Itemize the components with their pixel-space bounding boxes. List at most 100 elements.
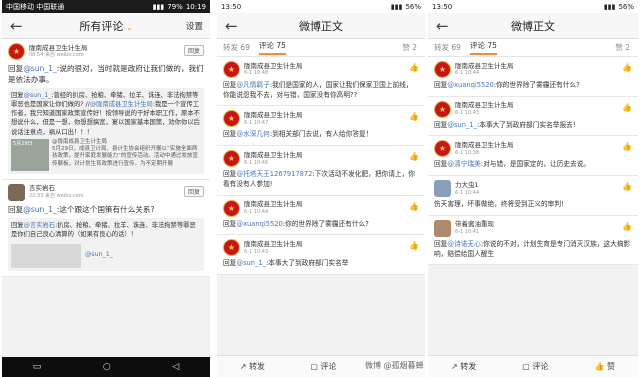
like-button[interactable]: 👍 赞: [594, 361, 615, 372]
weibo-detail-screen: 13:50 ▮▮▮ 56% ← 微博正文 转发 69 评论 75 赞 2 ★ 陇南成…: [217, 0, 425, 377]
author-name[interactable]: 陇南成县卫生计生局: [244, 111, 303, 120]
mention-link[interactable]: @诗诺无心: [447, 240, 480, 248]
author-name[interactable]: 言实岩石: [29, 184, 84, 193]
signal-icon: ▮▮▮: [390, 2, 403, 11]
author-name[interactable]: 陇南成县卫生计生局: [244, 151, 303, 160]
comment-item[interactable]: 力大虫1 6-1 10:44 👍 伤天害理，坏事做绝，终将受到正义的审判!: [428, 176, 638, 216]
thumbs-up-icon[interactable]: 👍: [622, 63, 632, 72]
author-name[interactable]: 带着酱油重现: [455, 221, 494, 229]
home-icon[interactable]: ○: [103, 362, 111, 372]
thumbs-up-icon[interactable]: 👍: [409, 112, 419, 121]
comment-item[interactable]: ★ 陇南成县卫生计生局 6-1 10:38 👍 回复@清宁瑞美:对与错，是国家定的，让历…: [428, 136, 638, 177]
tab-comments[interactable]: 评论 75: [258, 40, 286, 55]
thumbs-up-icon[interactable]: 👍: [409, 241, 419, 250]
thumbs-up-icon[interactable]: 👍: [409, 202, 419, 211]
seal-avatar-icon[interactable]: ★: [434, 140, 451, 158]
mention-link[interactable]: @xuanqi5520: [236, 220, 282, 228]
battery-level: 56%: [618, 2, 634, 11]
chevron-down-icon: ⌄: [123, 22, 133, 32]
back-icon[interactable]: ◁: [172, 362, 179, 372]
reply-button[interactable]: 回复: [183, 45, 204, 56]
thumbs-up-icon[interactable]: 👍: [409, 63, 419, 72]
settings-button[interactable]: 设置: [186, 20, 203, 32]
seal-avatar-icon[interactable]: ★: [223, 239, 240, 257]
original-post-card[interactable]: 5月29日 @陇南成县卫生计生局 5月29日，成县卫计局、县计生协会组织开展以“实…: [11, 138, 201, 171]
comment-text: 回复@托塔天王1267917872:下次活动不发化肥，把你请上，你看有没有人参加…: [223, 170, 415, 188]
mention-link[interactable]: @sun_1_: [447, 121, 477, 129]
comment-item[interactable]: ★ 陇南成县卫生计生局 6-1 10:43 👍 回复@sun_1_:本事大了到政府部门实…: [217, 235, 425, 276]
author-name[interactable]: 陇南成县卫生计生局: [455, 62, 514, 71]
mention-link[interactable]: @托塔天王1267917872: [236, 170, 312, 178]
nav-bar: ← 所有评论 ⌄ 设置: [2, 13, 210, 39]
comment-time: 6-1 10:43: [455, 110, 480, 117]
back-arrow-icon[interactable]: ←: [225, 17, 238, 35]
mention-link[interactable]: @水深几何: [236, 130, 269, 138]
thumbs-up-icon[interactable]: 👍: [622, 182, 632, 191]
tab-likes[interactable]: 赞 2: [615, 42, 630, 53]
author-name[interactable]: 力大虫1: [455, 181, 479, 190]
back-arrow-icon[interactable]: ←: [10, 17, 23, 35]
author-name[interactable]: 陇南成县卫生计生局: [244, 240, 303, 249]
mention-link[interactable]: @sun_1_: [23, 64, 57, 73]
mention-link[interactable]: @清宁瑞美: [447, 160, 480, 168]
mention-link[interactable]: @sun_1_: [23, 205, 57, 214]
seal-avatar-icon[interactable]: ★: [223, 110, 240, 128]
comment-time: 6-1 10:48: [244, 70, 269, 77]
comment-item[interactable]: ★ 陇南成县卫生计生局 08:54 来自 weibo.com 回复 回复@sun_…: [2, 39, 210, 180]
author-name[interactable]: 陇南成县卫生计生局: [455, 141, 514, 150]
seal-avatar-icon[interactable]: ★: [223, 61, 240, 78]
author-name[interactable]: 陇南成县卫生计生局: [244, 200, 303, 209]
page-title[interactable]: 所有评论 ⌄: [2, 18, 210, 34]
comment-list: ★ 陇南成县卫生计生局 6-1 10:48 👍 回复@凡情羁子:我们是国家的人，国家让我…: [217, 57, 425, 276]
mention-link[interactable]: @xuanqi5520: [447, 81, 493, 89]
mention-link[interactable]: @sun_1_: [236, 259, 266, 267]
comment-button[interactable]: ▢ 评论: [310, 361, 336, 372]
seal-avatar-icon[interactable]: ★: [434, 61, 451, 78]
tab-forward[interactable]: 转发 69: [223, 42, 250, 53]
comment-item[interactable]: ★ 陇南成县卫生计生局 6-1 10:43 👍 回复@sun_1_:本事大了到政府部门实…: [428, 96, 638, 137]
comment-source: 来自 weibo.com: [45, 52, 84, 59]
comment-time: 6-1 10:44: [455, 189, 480, 196]
comment-item[interactable]: ★ 陇南成县卫生计生局 6-1 10:47 👍 回复@水深几何:到相关部门去说，有人给你…: [217, 106, 425, 147]
seal-avatar-icon[interactable]: ★: [223, 199, 240, 217]
tab-forward[interactable]: 转发 69: [434, 42, 461, 53]
comment-item[interactable]: ★ 陇南成县卫生计生局 6-1 10:44 👍 回复@xuanqi5520:你的世界除了…: [217, 195, 425, 236]
author-name[interactable]: 陇南成县卫生计生局: [244, 62, 303, 71]
status-bar: 中国移动 中国联通 ▮▮▮ 79% 10:19: [2, 0, 210, 13]
tab-likes[interactable]: 赞 2: [402, 42, 417, 53]
tab-comments[interactable]: 评论 75: [469, 40, 497, 55]
thumbs-up-icon[interactable]: 👍: [622, 142, 632, 151]
comment-text: 回复@水深几何:到相关部门去说，有人给你答复！: [223, 130, 373, 139]
comment-icon: ▢: [310, 362, 318, 371]
comment-text: 回复@凡情羁子:我们是国家的人，国家让我们保家卫国上前线，你能说怨我不去，对与错…: [223, 81, 413, 99]
thumbs-up-icon[interactable]: 👍: [622, 103, 632, 112]
comment-item[interactable]: 言实岩石 22:33 来自 weibo.com 回复 回复@sun_1_:这个跟这…: [2, 179, 210, 277]
reply-button[interactable]: 回复: [183, 185, 204, 197]
avatar[interactable]: [8, 183, 25, 201]
forward-button[interactable]: ↗ 转发: [240, 361, 265, 372]
author-name[interactable]: 陇南成县卫生计生局: [455, 102, 514, 110]
carrier-label: 中国移动 中国联通: [6, 2, 65, 11]
nav-bar: ← 微博正文: [217, 13, 425, 39]
avatar[interactable]: [434, 219, 451, 237]
thumbs-up-icon[interactable]: 👍: [622, 222, 632, 231]
quoted-thread[interactable]: 回复@言实岩石:扒房、抢粮、牵猪、拉羊、诛连、非法拘禁等罪恶是你们自己良心清算的…: [8, 217, 204, 271]
back-arrow-icon[interactable]: ←: [436, 17, 449, 35]
mention-link[interactable]: @sun_1_: [85, 250, 113, 259]
avatar[interactable]: [434, 180, 451, 198]
seal-avatar-icon[interactable]: ★: [223, 150, 240, 168]
seal-avatar-icon[interactable]: ★: [434, 100, 451, 118]
comment-item[interactable]: ★ 陇南成县卫生计生局 6-1 10:46 👍 回复@托塔天王1267917872:下次…: [217, 146, 425, 196]
menu-icon[interactable]: ▭: [33, 362, 42, 372]
quoted-thread[interactable]: 回复@sun_1_:曾经的扒房、抢粮、牵猪、拉羊、诛连、非法拘禁等罪恶也是国家让…: [8, 88, 204, 174]
forward-button[interactable]: ↗ 转发: [451, 361, 476, 372]
thumbs-up-icon[interactable]: 👍: [409, 152, 419, 161]
comment-time: 6-1 10:44: [455, 70, 480, 77]
mention-link[interactable]: @凡情羁子: [236, 81, 269, 89]
comment-item[interactable]: 带着酱油重现 6-1 10:41 👍 回复@诗诺无心:你说的不对，计划生育是专门消灭汉…: [428, 215, 638, 266]
action-bar: ↗ 转发 ▢ 评论 👍 赞: [428, 355, 638, 377]
comment-item[interactable]: ★ 陇南成县卫生计生局 6-1 10:48 👍 回复@凡情羁子:我们是国家的人，国家让我…: [217, 57, 425, 107]
comment-item[interactable]: ★ 陇南成县卫生计生局 6-1 10:44 👍 回复@xuanqi5520:你的世界除了…: [428, 57, 638, 97]
comment-button[interactable]: ▢ 评论: [522, 361, 548, 372]
seal-avatar-icon[interactable]: ★: [8, 43, 25, 60]
